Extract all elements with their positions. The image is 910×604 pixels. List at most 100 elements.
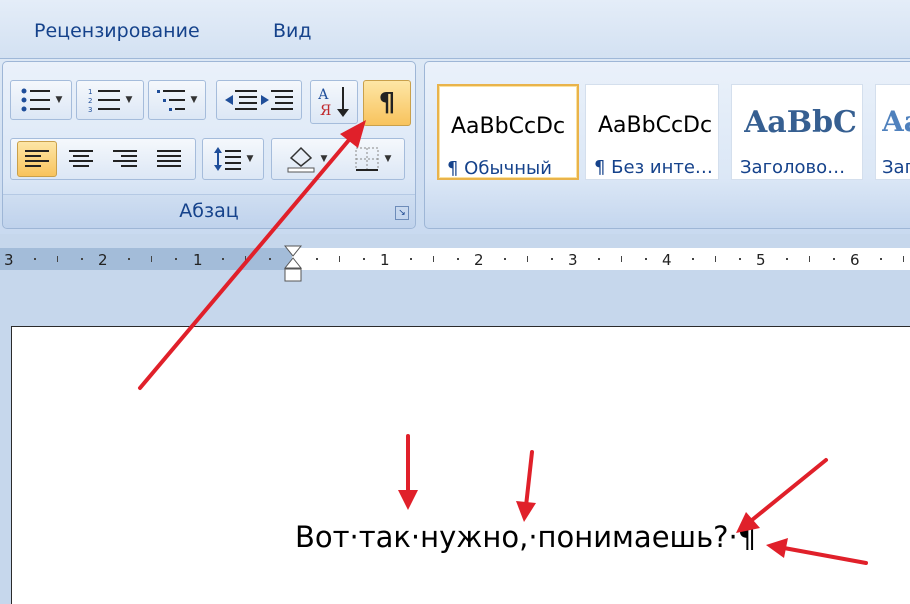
style-name: ¶ Обычный bbox=[447, 158, 552, 179]
ruler-dot bbox=[504, 258, 506, 260]
ruler-tick bbox=[151, 256, 152, 262]
bullets-icon bbox=[21, 88, 50, 112]
chevron-down-icon: ▼ bbox=[384, 154, 392, 164]
style-name: ¶ Без инте… bbox=[594, 157, 713, 178]
document-page[interactable] bbox=[11, 326, 910, 604]
chevron-down-icon: ▼ bbox=[320, 154, 328, 164]
decrease-indent-icon[interactable] bbox=[223, 88, 259, 112]
style-sample: AaBbCcDc bbox=[598, 113, 713, 138]
borders-button[interactable]: ▼ bbox=[353, 145, 392, 173]
shading-borders-buttons: ▼ ▼ bbox=[271, 138, 405, 180]
ruler-tick bbox=[245, 256, 246, 262]
justify-icon bbox=[157, 150, 181, 167]
styles-group: AaBbCcDc ¶ Обычный AaBbCcDc ¶ Без инте… … bbox=[424, 61, 910, 229]
ruler-dot bbox=[34, 258, 36, 260]
chevron-down-icon: ▼ bbox=[125, 95, 133, 105]
increase-indent-icon[interactable] bbox=[259, 88, 295, 112]
multilevel-list-icon bbox=[156, 90, 185, 111]
ruler-dot bbox=[316, 258, 318, 260]
style-no-spacing[interactable]: AaBbCcDc ¶ Без инте… bbox=[585, 84, 719, 180]
numbering-button[interactable]: 1 2 3 ▼ bbox=[76, 80, 144, 120]
ruler-dot bbox=[175, 258, 177, 260]
ruler-dot bbox=[551, 258, 553, 260]
ruler-dot bbox=[692, 258, 694, 260]
ruler-left-margin bbox=[0, 248, 292, 270]
indent-buttons bbox=[216, 80, 302, 120]
style-sample: Aa bbox=[882, 105, 910, 138]
ruler-dot bbox=[739, 258, 741, 260]
sort-icon: А Я bbox=[318, 87, 349, 119]
align-center-icon bbox=[69, 150, 93, 167]
ruler-tick bbox=[527, 256, 528, 262]
line-spacing-icon bbox=[213, 147, 241, 171]
chevron-down-icon: ▼ bbox=[55, 95, 63, 105]
svg-text:1: 1 bbox=[88, 88, 92, 96]
pilcrow-icon: ¶ bbox=[378, 88, 396, 118]
ruler-dot bbox=[128, 258, 130, 260]
align-right-icon bbox=[113, 150, 137, 167]
tab-view[interactable]: Вид bbox=[273, 20, 312, 42]
indent-marker[interactable] bbox=[284, 244, 302, 284]
style-heading-2[interactable]: Aa Заг bbox=[875, 84, 910, 180]
alignment-buttons bbox=[10, 138, 196, 180]
ruler-tick bbox=[433, 256, 434, 262]
ruler-tick bbox=[621, 256, 622, 262]
ruler-dot bbox=[410, 258, 412, 260]
numbered-list-icon: 1 2 3 bbox=[88, 88, 120, 113]
paragraph-group-label: Абзац bbox=[179, 200, 239, 222]
line-spacing-button[interactable]: ▼ bbox=[202, 138, 264, 180]
align-right-button[interactable] bbox=[105, 141, 145, 177]
style-sample: AaBbCcDc bbox=[451, 114, 566, 139]
borders-icon bbox=[355, 147, 379, 171]
sort-letter-a: А bbox=[318, 87, 329, 103]
ruler-number: 2 bbox=[474, 251, 484, 269]
align-center-button[interactable] bbox=[61, 141, 101, 177]
bullets-button[interactable]: ▼ bbox=[10, 80, 72, 120]
ruler-dot bbox=[833, 258, 835, 260]
ruler-dot bbox=[880, 258, 882, 260]
align-left-button[interactable] bbox=[17, 141, 57, 177]
ruler-tick bbox=[809, 256, 810, 262]
ruler-number: 6 bbox=[850, 251, 860, 269]
ruler-tick bbox=[715, 256, 716, 262]
style-normal[interactable]: AaBbCcDc ¶ Обычный bbox=[437, 84, 579, 180]
ruler-tick bbox=[339, 256, 340, 262]
ribbon: ▼ 1 2 3 ▼ ▼ А Я ¶ ▼ ▼ ▼ Абзац ↘ AaBbCcDc… bbox=[0, 58, 910, 234]
ruler-dot bbox=[598, 258, 600, 260]
chevron-down-icon: ▼ bbox=[190, 95, 198, 105]
ruler-number: 2 bbox=[98, 251, 108, 269]
ruler-number: 4 bbox=[662, 251, 672, 269]
show-formatting-marks-button[interactable]: ¶ bbox=[363, 80, 411, 126]
ruler-number: 3 bbox=[4, 251, 14, 269]
ruler-dot bbox=[786, 258, 788, 260]
justify-button[interactable] bbox=[149, 141, 189, 177]
ruler-dot bbox=[81, 258, 83, 260]
style-name: Заг bbox=[882, 157, 910, 178]
ruler-tick bbox=[57, 256, 58, 262]
svg-text:3: 3 bbox=[88, 106, 92, 113]
ruler-number: 5 bbox=[756, 251, 766, 269]
ruler-dot bbox=[457, 258, 459, 260]
ruler-dot bbox=[222, 258, 224, 260]
style-name: Заголово… bbox=[740, 157, 846, 178]
tab-review[interactable]: Рецензирование bbox=[34, 20, 200, 42]
dialog-launcher-icon[interactable]: ↘ bbox=[395, 206, 409, 220]
svg-text:2: 2 bbox=[88, 97, 92, 105]
ruler-number: 1 bbox=[380, 251, 390, 269]
multilevel-list-button[interactable]: ▼ bbox=[148, 80, 206, 120]
align-left-icon bbox=[25, 150, 49, 167]
horizontal-ruler[interactable]: 3 2 1 1 2 3 4 5 6 bbox=[0, 244, 910, 274]
paint-bucket-icon bbox=[287, 146, 315, 173]
ruler-number: 1 bbox=[193, 251, 203, 269]
style-sample: AaBbC bbox=[744, 105, 857, 140]
chevron-down-icon: ▼ bbox=[246, 154, 254, 164]
paragraph-group-footer: Абзац ↘ bbox=[3, 194, 415, 228]
shading-button[interactable]: ▼ bbox=[285, 144, 328, 174]
sort-button[interactable]: А Я bbox=[310, 80, 358, 124]
paragraph-group: ▼ 1 2 3 ▼ ▼ А Я ¶ ▼ ▼ ▼ Абзац ↘ bbox=[2, 61, 416, 229]
style-heading-1[interactable]: AaBbC Заголово… bbox=[731, 84, 863, 180]
ruler-tick bbox=[903, 256, 904, 262]
document-text[interactable]: Вот·так·нужно,·понимаешь?·¶ bbox=[295, 520, 756, 554]
ribbon-tab-bar: Рецензирование Вид bbox=[0, 0, 910, 58]
ruler-dot bbox=[363, 258, 365, 260]
